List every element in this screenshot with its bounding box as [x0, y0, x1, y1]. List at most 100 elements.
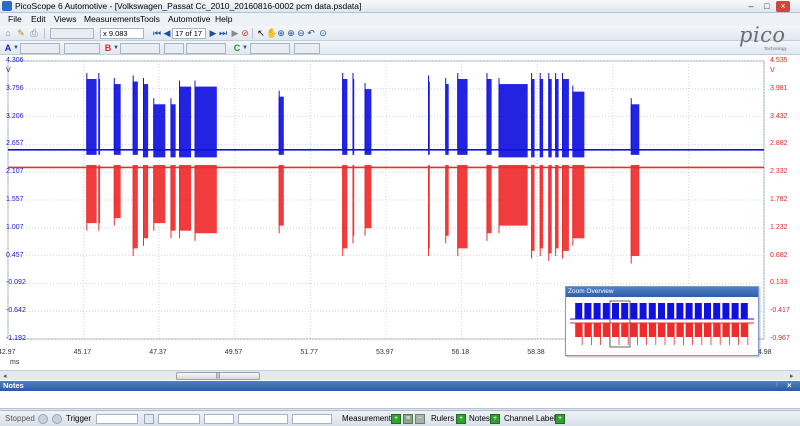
zoom-blue-burst: [704, 303, 711, 319]
add-measurement-icon[interactable]: +: [391, 414, 401, 424]
forward-icon[interactable]: ▶: [230, 28, 240, 38]
channel-b-range[interactable]: [120, 43, 160, 54]
channel-c-range-alt[interactable]: [186, 43, 226, 54]
right-axis-tick: -0.967: [770, 335, 790, 342]
trace-burst: [498, 164, 528, 226]
close-button[interactable]: ×: [776, 1, 790, 12]
zoom-in-icon[interactable]: ⊕: [286, 28, 296, 38]
trace-burst: [153, 164, 166, 224]
maximize-button[interactable]: □: [760, 1, 774, 12]
trigger-source-select[interactable]: [158, 414, 200, 424]
open-icon[interactable]: ⌂: [3, 28, 13, 38]
pico-logo: pico Technology: [739, 23, 787, 51]
zoom-blue-burst: [667, 303, 675, 319]
horizontal-scrollbar[interactable]: ◂ ||| ▸: [0, 370, 800, 380]
zoom-blue-burst: [648, 303, 656, 319]
left-axis-tick: 0.457: [6, 251, 24, 259]
scroll-left-icon[interactable]: ◂: [3, 372, 7, 380]
channel-labels-icon[interactable]: +: [555, 414, 565, 424]
zoom-blue-burst: [685, 303, 693, 319]
zoom-red-burst: [575, 323, 583, 337]
right-axis-tick: 1.782: [770, 196, 788, 203]
notes-icon[interactable]: +: [490, 414, 500, 424]
trigger-threshold-box[interactable]: [238, 414, 288, 424]
edit-measurement-icon[interactable]: ≡: [403, 414, 413, 424]
zoom-blue-burst: [593, 303, 601, 319]
scrollbar-thumb[interactable]: |||: [176, 372, 260, 380]
hand-icon[interactable]: ✋: [266, 28, 277, 38]
trace-burst: [364, 164, 372, 229]
trigger-level-box[interactable]: [204, 414, 234, 424]
zoom-out-icon[interactable]: ⊖: [296, 28, 306, 38]
window-title: PicoScope 6 Automotive - [Volkswagen_Pas…: [15, 1, 362, 11]
scroll-right-icon[interactable]: ▸: [790, 372, 794, 380]
notes-pin-icon[interactable]: ⫶: [776, 381, 778, 391]
pointer-icon[interactable]: ↖: [256, 28, 266, 38]
zoom-overview-plot[interactable]: [566, 297, 758, 355]
channel-c-coupling[interactable]: [294, 43, 320, 54]
x-axis-tick: 53.97: [376, 349, 394, 356]
channel-c-arrow-icon[interactable]: ▼: [240, 43, 250, 53]
menu-file[interactable]: File: [8, 13, 22, 26]
menu-tools[interactable]: Tools: [140, 13, 160, 26]
zoom-red-burst: [704, 323, 711, 337]
zoom-area-icon[interactable]: ⊕: [276, 28, 286, 38]
channel-a-coupling[interactable]: [64, 43, 100, 54]
zoom-blue-burst: [584, 303, 592, 319]
notes-close-icon[interactable]: ×: [787, 381, 792, 391]
menu-measurements[interactable]: Measurements: [84, 13, 140, 26]
trace-burst: [562, 79, 569, 158]
trace-burst: [630, 104, 640, 155]
title-bar: PicoScope 6 Automotive - [Volkswagen_Pas…: [0, 0, 800, 13]
zoom-red-burst: [676, 323, 684, 337]
stop-run-icon[interactable]: [52, 414, 62, 424]
trace-burst: [86, 164, 97, 224]
zoom-blue-burst: [713, 303, 721, 319]
last-buffer-icon[interactable]: ⏭: [218, 28, 228, 38]
main-toolbar: ⌂ ✎ ⎙ x 9.083 ⏮ ◀ 17 of 17 ▶ ⏭ ▶ ⊘ ↖ ✋ ⊕…: [0, 26, 800, 41]
x-axis-tick: 49.57: [224, 349, 243, 356]
notes-textarea[interactable]: [0, 391, 800, 409]
zoom-overview-title: Zoom Overview: [566, 287, 758, 297]
left-axis-tick: -0.092: [6, 279, 26, 287]
first-buffer-icon[interactable]: ⏮: [152, 28, 162, 38]
undo-zoom-icon[interactable]: ↶: [306, 28, 316, 38]
delete-measurement-icon[interactable]: −: [415, 414, 425, 424]
trace-burst: [498, 84, 528, 158]
zoom-fit-icon[interactable]: ⊙: [318, 28, 328, 38]
save-icon[interactable]: ✎: [16, 28, 26, 38]
prev-buffer-icon[interactable]: ◀: [162, 28, 172, 38]
menu-automotive[interactable]: Automotive: [168, 13, 211, 26]
zoom-overview-panel[interactable]: Zoom Overview: [565, 286, 759, 356]
right-axis-unit: V: [770, 67, 775, 74]
zoom-blue-burst: [740, 303, 748, 319]
menu-views[interactable]: Views: [54, 13, 77, 26]
print-icon[interactable]: ⎙: [29, 28, 39, 38]
pre-trigger-box[interactable]: [292, 414, 332, 424]
trace-burst: [113, 164, 121, 219]
channel-a-range[interactable]: [20, 43, 60, 54]
zoom-red-burst: [621, 323, 629, 337]
zoom-blue-burst: [639, 303, 647, 319]
zoom-blue-burst: [621, 303, 629, 319]
trace-burst: [194, 86, 217, 158]
run-icon[interactable]: [38, 414, 48, 424]
trigger-icon[interactable]: [144, 414, 154, 424]
app-icon: [2, 1, 12, 11]
zoom-red-burst: [630, 323, 638, 337]
menu-edit[interactable]: Edit: [31, 13, 46, 26]
minimize-button[interactable]: –: [744, 1, 758, 12]
zoom-blue-burst: [676, 303, 684, 319]
menu-help[interactable]: Help: [215, 13, 232, 26]
rulers-icon[interactable]: +: [456, 414, 466, 424]
left-axis-tick: 1.557: [6, 196, 24, 203]
timebase-select[interactable]: [50, 28, 94, 39]
buffer-position-box[interactable]: 17 of 17: [172, 28, 206, 39]
zoom-blue-burst: [658, 303, 665, 319]
channel-c-range[interactable]: [250, 43, 290, 54]
channel-b-coupling[interactable]: [164, 43, 184, 54]
stop-icon[interactable]: ⊘: [240, 28, 250, 38]
next-buffer-icon[interactable]: ▶: [208, 28, 218, 38]
zoom-value-box[interactable]: x 9.083: [100, 28, 144, 39]
trigger-mode-select[interactable]: [96, 414, 138, 424]
